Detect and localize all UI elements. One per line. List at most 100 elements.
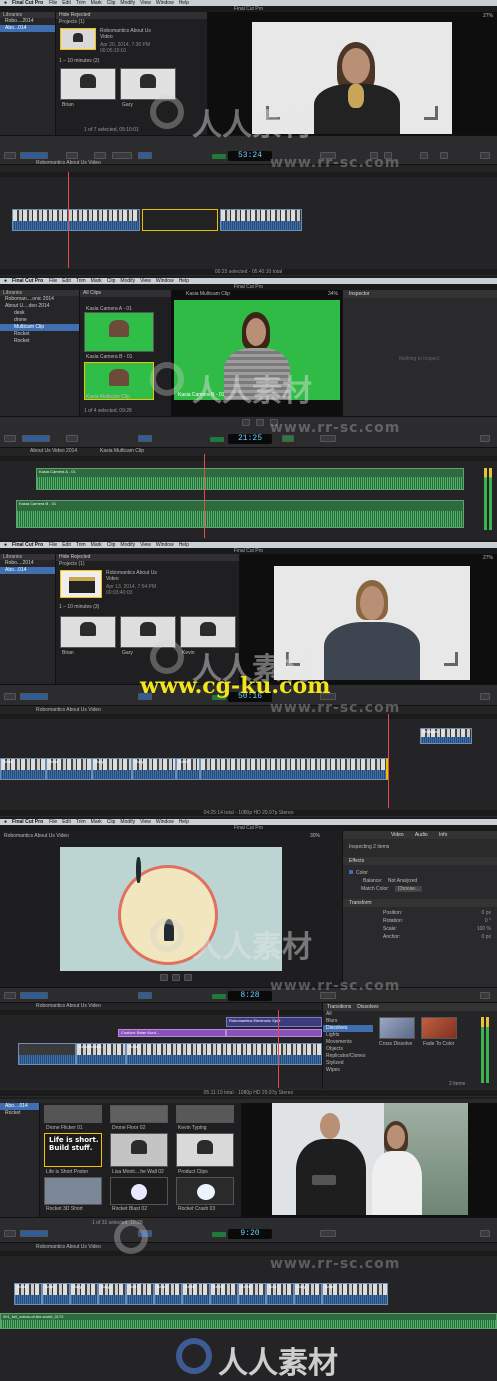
timecode-display[interactable]: 8:28: [228, 991, 272, 1001]
fx-category[interactable]: Lights: [323, 1032, 373, 1039]
edit-mode-button[interactable]: [112, 152, 132, 159]
library-item[interactable]: Robo....2014: [0, 560, 55, 567]
playhead[interactable]: [68, 172, 69, 268]
playhead[interactable]: [204, 454, 205, 538]
timeline[interactable]: [0, 165, 497, 269]
timeline-clip[interactable]: Brian: [154, 1283, 182, 1305]
timeline-clip[interactable]: Kevin: [238, 1283, 266, 1305]
event-item[interactable]: Rocket: [0, 338, 79, 345]
fx-category[interactable]: Movements: [323, 1039, 373, 1046]
themes-button[interactable]: [480, 992, 490, 999]
scale-value[interactable]: 100 %: [477, 925, 491, 933]
clip-thumbnail[interactable]: [176, 1177, 234, 1205]
tab-video[interactable]: Video: [391, 832, 404, 838]
import-button[interactable]: [4, 152, 16, 159]
fx-category[interactable]: Wipes: [323, 1067, 373, 1074]
library-item[interactable]: Roboman....onic 2014: [0, 296, 79, 303]
select-tool[interactable]: [138, 152, 152, 159]
library-item-selected[interactable]: Abo...014: [0, 25, 55, 32]
generators-button[interactable]: [440, 152, 448, 159]
library-view-button[interactable]: [20, 992, 48, 999]
timeline-ruler[interactable]: [0, 1251, 497, 1256]
timeline[interactable]: About Us Video 2014 Kasia Multicam Clip …: [0, 448, 497, 540]
themes-button[interactable]: [480, 693, 490, 700]
select-tool[interactable]: [138, 435, 152, 442]
timeline-clip[interactable]: Brian: [322, 1283, 388, 1305]
timeline-clip[interactable]: [220, 209, 302, 231]
timeline-clip[interactable]: Brian: [14, 1283, 42, 1305]
timeline-clip[interactable]: Lisa: [266, 1283, 294, 1305]
timecode-display[interactable]: 53:24: [228, 151, 272, 161]
match-choose-button[interactable]: Choose...: [394, 886, 423, 892]
browser-filter[interactable]: Hide Rejected: [56, 12, 207, 19]
timeline-clip[interactable]: Gary: [132, 758, 176, 780]
library-view-button[interactable]: [22, 435, 50, 442]
transitions-tab[interactable]: Transitions: [327, 1004, 351, 1010]
effects-button[interactable]: [320, 1230, 336, 1237]
zoom-level[interactable]: 30%: [310, 833, 320, 839]
zoom-level[interactable]: 27%: [483, 555, 493, 561]
library-view-button[interactable]: [20, 152, 48, 159]
import-button[interactable]: [4, 992, 16, 999]
event-item-selected[interactable]: Multicam Clip: [0, 324, 79, 331]
timeline-clip[interactable]: Brian: [46, 758, 92, 780]
fx-category[interactable]: Stylized: [323, 1060, 373, 1067]
projects-section[interactable]: Projects (1): [56, 19, 207, 26]
timeline-clip[interactable]: Lisa: [126, 1283, 154, 1305]
timeline-ruler[interactable]: [0, 714, 497, 719]
connected-clip[interactable]: Robomantics Electronic Spot: [226, 1017, 322, 1027]
range-section[interactable]: 1 – 10 minutes (2): [56, 58, 99, 65]
library-view-button[interactable]: [20, 693, 48, 700]
clip-thumbnail[interactable]: [110, 1105, 168, 1123]
fx-category[interactable]: All: [323, 1011, 373, 1018]
library-item[interactable]: About U....deo 2014: [0, 303, 79, 310]
library-item[interactable]: Robo....2014: [0, 18, 55, 25]
timeline-clip[interactable]: Kevin: [210, 1283, 238, 1305]
effects-header[interactable]: Effects: [343, 857, 497, 865]
event-item[interactable]: Rocket: [0, 1110, 39, 1117]
music-clip[interactable]: 001_full_colors-of-the-world_0172: [0, 1313, 497, 1329]
timeline-ruler[interactable]: [0, 172, 497, 177]
transition-thumbnail[interactable]: [379, 1017, 415, 1039]
anchor-value[interactable]: 0 px: [482, 933, 491, 941]
fx-category[interactable]: Blurs: [323, 1018, 373, 1025]
timeline-clip[interactable]: Gary: [92, 758, 132, 780]
timeline-ruler[interactable]: [0, 456, 497, 461]
select-tool[interactable]: [138, 992, 152, 999]
themes-button[interactable]: [480, 1230, 490, 1237]
play-button[interactable]: [172, 974, 180, 981]
clip-thumbnail[interactable]: [176, 1133, 234, 1167]
timeline-clip[interactable]: Kevin: [182, 1283, 210, 1305]
multicam-sync-button[interactable]: [282, 435, 294, 442]
title-clip[interactable]: [226, 1029, 322, 1037]
clip-thumbnail[interactable]: [44, 1105, 102, 1123]
gap-clip[interactable]: [142, 209, 218, 231]
effects-button[interactable]: [320, 435, 336, 442]
clip-thumbnail[interactable]: [176, 1105, 234, 1123]
library-item-selected[interactable]: Abo...014: [0, 567, 55, 574]
import-button[interactable]: [4, 1230, 16, 1237]
event-item[interactable]: drone: [0, 317, 79, 324]
angle-track[interactable]: Kasia Camera B - 01: [16, 500, 464, 528]
keyword-button[interactable]: [66, 152, 78, 159]
connected-clip[interactable]: Multicam: [420, 728, 472, 744]
library-view-button[interactable]: [20, 1230, 48, 1237]
projects-section[interactable]: Projects (1): [56, 561, 239, 568]
play-forward-button[interactable]: [184, 974, 192, 981]
keyword-button[interactable]: [66, 435, 78, 442]
timecode-display[interactable]: 9:20: [228, 1229, 272, 1239]
playhead[interactable]: [388, 714, 389, 808]
play-back-button[interactable]: [160, 974, 168, 981]
color-checkbox[interactable]: [349, 870, 353, 874]
timeline-ruler[interactable]: [0, 1010, 322, 1015]
timeline-clip[interactable]: Gary: [294, 1283, 322, 1305]
transform-header[interactable]: Transform: [343, 899, 497, 907]
clip-thumbnail[interactable]: [110, 1177, 168, 1205]
timeline-clip[interactable]: Gary: [70, 1283, 98, 1305]
timeline-clip[interactable]: robomantics...: [76, 1043, 126, 1065]
clip-thumbnail[interactable]: [60, 68, 116, 100]
timeline-clip[interactable]: Gary: [98, 1283, 126, 1305]
transition-thumbnail[interactable]: [421, 1017, 457, 1039]
timeline-clip[interactable]: Brian: [0, 758, 46, 780]
playhead[interactable]: [278, 1010, 279, 1088]
